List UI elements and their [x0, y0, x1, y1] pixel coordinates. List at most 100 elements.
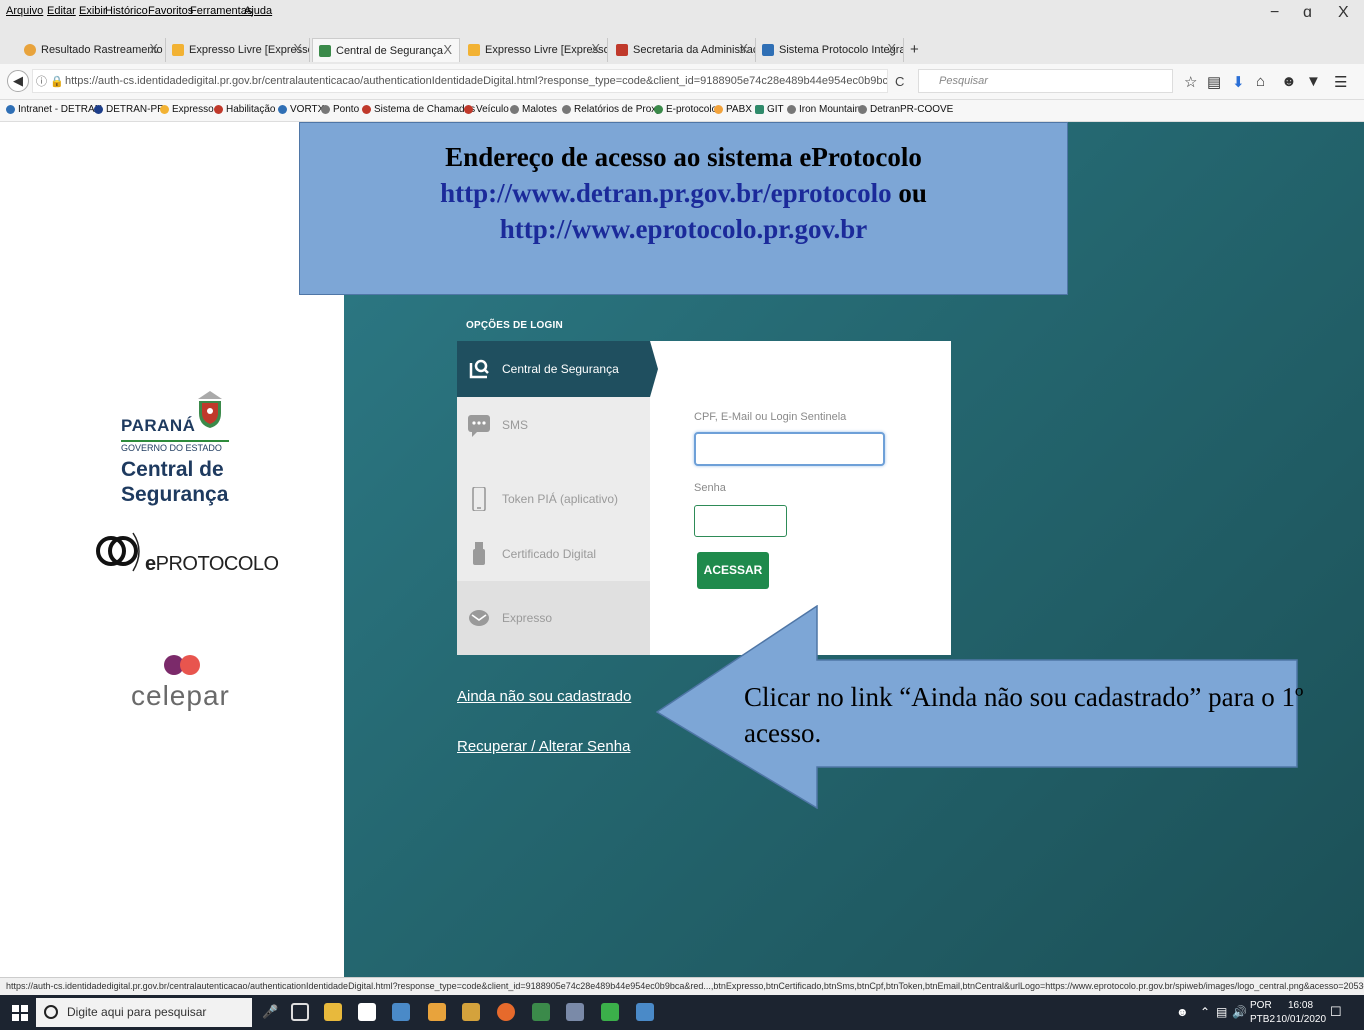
- menu-exibir[interactable]: Exibir: [79, 5, 107, 17]
- tab-expresso-2[interactable]: Expresso Livre [Expresso M... X: [462, 38, 608, 62]
- tab-expresso-1[interactable]: Expresso Livre [Expresso M... X: [166, 38, 310, 62]
- menu-favoritos[interactable]: Favoritos: [148, 5, 193, 17]
- bookmark-iron-mountain[interactable]: Iron Mountain: [787, 104, 860, 115]
- crest-icon: [214, 105, 223, 114]
- central-icon[interactable]: [532, 1003, 550, 1021]
- pocket-icon[interactable]: ▼: [1306, 73, 1321, 90]
- close-tab-icon[interactable]: X: [591, 41, 600, 56]
- close-window-button[interactable]: X: [1338, 4, 1349, 22]
- ainda-nao-sou-cadastrado-link[interactable]: Ainda não sou cadastrado: [457, 688, 631, 705]
- menu-icon[interactable]: ☰: [1334, 73, 1347, 91]
- url-bar[interactable]: https://auth-cs.identidadedigital.pr.gov…: [32, 69, 888, 93]
- sms-icon: [468, 415, 490, 437]
- menu-arquivo[interactable]: Arquivo: [6, 5, 43, 17]
- menu-historico[interactable]: Histórico: [105, 5, 148, 17]
- reload-button[interactable]: C: [895, 74, 904, 89]
- person-icon[interactable]: ☻: [1176, 1005, 1189, 1019]
- option-certificado-digital[interactable]: Certificado Digital: [457, 536, 650, 572]
- download-icon[interactable]: ⬇: [1232, 73, 1245, 91]
- eprotocolo-link: http://www.eprotocolo.pr.gov.br: [499, 214, 868, 244]
- bookmark-vortx[interactable]: VORTX: [278, 104, 324, 115]
- password-field[interactable]: [694, 505, 787, 537]
- app-icon[interactable]: [566, 1003, 584, 1021]
- task-view-icon[interactable]: [291, 1003, 309, 1021]
- bookmarks-bar: Intranet - DETRAN DETRAN-PR Expresso Hab…: [0, 100, 1364, 122]
- clock-date[interactable]: 10/01/2020: [1276, 1014, 1326, 1025]
- menu-ferramentas[interactable]: Ferramentas: [190, 5, 252, 17]
- notifications-icon[interactable]: ☐: [1330, 1004, 1342, 1020]
- bookmark-intranet[interactable]: Intranet - DETRAN: [6, 104, 102, 115]
- mail-icon[interactable]: [358, 1003, 376, 1021]
- app-icon[interactable]: [428, 1003, 446, 1021]
- new-tab-button[interactable]: +: [910, 41, 919, 58]
- cpf-email-login-field[interactable]: [694, 432, 885, 466]
- option-expresso[interactable]: Expresso: [457, 581, 650, 655]
- show-hidden-icon[interactable]: ⌃: [1200, 1005, 1210, 1019]
- phone-icon: [714, 105, 723, 114]
- bookmark-malotes[interactable]: Malotes: [510, 104, 557, 115]
- tab-secretaria[interactable]: Secretaria da Administraç... X: [610, 38, 756, 62]
- bookmark-eprotocolo[interactable]: E-protocolo: [654, 104, 717, 115]
- search-input[interactable]: Pesquisar: [918, 69, 1173, 93]
- tab-sistema-protocolo[interactable]: Sistema Protocolo Integra... X: [756, 38, 904, 62]
- recuperar-alterar-senha-link[interactable]: Recuperar / Alterar Senha: [457, 738, 630, 755]
- keyboard-layout[interactable]: PTB2: [1250, 1014, 1275, 1025]
- close-tab-icon[interactable]: X: [293, 41, 302, 56]
- address-callout: Endereço de acesso ao sistema eProtocolo…: [299, 122, 1068, 295]
- bookmark-habilitacao[interactable]: Habilitação: [214, 104, 275, 115]
- windows-start-icon[interactable]: [12, 1005, 28, 1021]
- language-indicator[interactable]: POR: [1250, 1000, 1272, 1011]
- back-button[interactable]: ◀: [7, 70, 29, 92]
- globe-icon: [321, 105, 330, 114]
- tab-resultado-rastreamento[interactable]: Resultado Rastreamento X: [18, 38, 166, 62]
- login-options-sidebar: Central de Segurança SMS Token PIÁ (apli…: [457, 341, 658, 655]
- star-icon[interactable]: ☆: [1184, 73, 1197, 91]
- sync-icon[interactable]: ☻: [1281, 73, 1297, 90]
- expresso-mail-icon: [469, 610, 489, 626]
- menu-bar: Arquivo Editar Exibir Histórico Favorito…: [0, 0, 1364, 34]
- minimize-button[interactable]: −: [1270, 4, 1279, 22]
- lock-icon[interactable]: ⓘ 🔒: [36, 73, 64, 89]
- option-sms[interactable]: SMS: [457, 407, 650, 443]
- bookmark-veiculo[interactable]: Veículo: [464, 104, 509, 115]
- bookmark-coove[interactable]: DetranPR-COOVE: [858, 104, 953, 115]
- menu-editar[interactable]: Editar: [47, 5, 76, 17]
- app-icon[interactable]: [462, 1003, 480, 1021]
- restore-button[interactable]: ɑ: [1303, 4, 1312, 22]
- file-explorer-icon[interactable]: [324, 1003, 342, 1021]
- tab-central-seguranca[interactable]: Central de Segurança X: [312, 38, 460, 62]
- volume-icon[interactable]: 🔊: [1232, 1005, 1247, 1019]
- app-icon[interactable]: [392, 1003, 410, 1021]
- network-icon[interactable]: ▤: [1216, 1005, 1227, 1019]
- bookmark-detran-pr[interactable]: DETRAN-PR: [94, 104, 164, 115]
- option-token-pia[interactable]: Token PIÁ (aplicativo): [457, 479, 650, 519]
- cortana-icon: [44, 1005, 58, 1019]
- bookmark-git[interactable]: GIT: [755, 104, 784, 115]
- firefox-icon[interactable]: [497, 1003, 515, 1021]
- bookmark-ponto[interactable]: Ponto: [321, 104, 359, 115]
- globe-icon: [562, 105, 571, 114]
- taskbar-search-input[interactable]: Digite aqui para pesquisar: [36, 998, 252, 1027]
- close-tab-icon[interactable]: X: [149, 41, 158, 56]
- close-tab-icon[interactable]: X: [887, 41, 896, 56]
- option-central-seguranca[interactable]: Central de Segurança: [457, 341, 658, 397]
- document-icon[interactable]: [636, 1003, 654, 1021]
- close-tab-icon[interactable]: X: [443, 42, 452, 57]
- clock-time[interactable]: 16:08: [1288, 1000, 1313, 1011]
- close-tab-icon[interactable]: X: [739, 41, 748, 56]
- spreadsheet-icon[interactable]: [601, 1003, 619, 1021]
- crest-icon: [616, 44, 628, 56]
- menu-ajuda[interactable]: Ajuda: [244, 5, 272, 17]
- bookmark-chamados[interactable]: Sistema de Chamados: [362, 104, 475, 115]
- expresso-icon: [468, 44, 480, 56]
- home-icon[interactable]: ⌂: [1256, 73, 1265, 90]
- git-icon: [755, 105, 764, 114]
- senha-label: Senha: [694, 482, 726, 494]
- reading-list-icon[interactable]: ▤: [1207, 73, 1221, 91]
- bookmark-proxy[interactable]: Relatórios de Proxy: [562, 104, 661, 115]
- acessar-button[interactable]: ACESSAR: [697, 552, 769, 589]
- windows-taskbar: Digite aqui para pesquisar 🎤 ☻ ⌃ ▤ 🔊 POR…: [0, 995, 1364, 1030]
- microphone-icon[interactable]: 🎤: [262, 1004, 278, 1020]
- bookmark-expresso[interactable]: Expresso: [160, 104, 214, 115]
- bookmark-pabx[interactable]: PABX: [714, 104, 752, 115]
